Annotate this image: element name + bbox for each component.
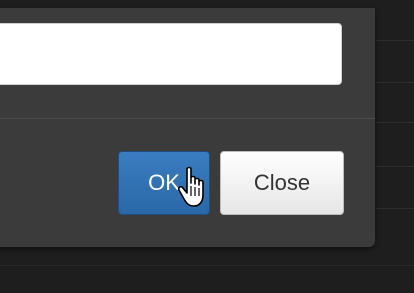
ok-button-label: OK bbox=[148, 170, 180, 195]
backdrop-divider bbox=[376, 122, 414, 123]
backdrop-divider bbox=[376, 82, 414, 83]
dialog-footer-divider bbox=[0, 118, 375, 119]
backdrop-divider bbox=[376, 166, 414, 167]
hand-pointer-icon bbox=[178, 166, 204, 207]
backdrop-divider bbox=[376, 208, 414, 209]
backdrop-divider bbox=[376, 40, 414, 41]
close-button-label: Close bbox=[253, 170, 311, 195]
dialog: OK Close bbox=[0, 8, 375, 247]
dialog-text-input[interactable] bbox=[0, 23, 342, 85]
close-button[interactable]: Close bbox=[220, 151, 344, 215]
backdrop-divider bbox=[0, 265, 414, 266]
